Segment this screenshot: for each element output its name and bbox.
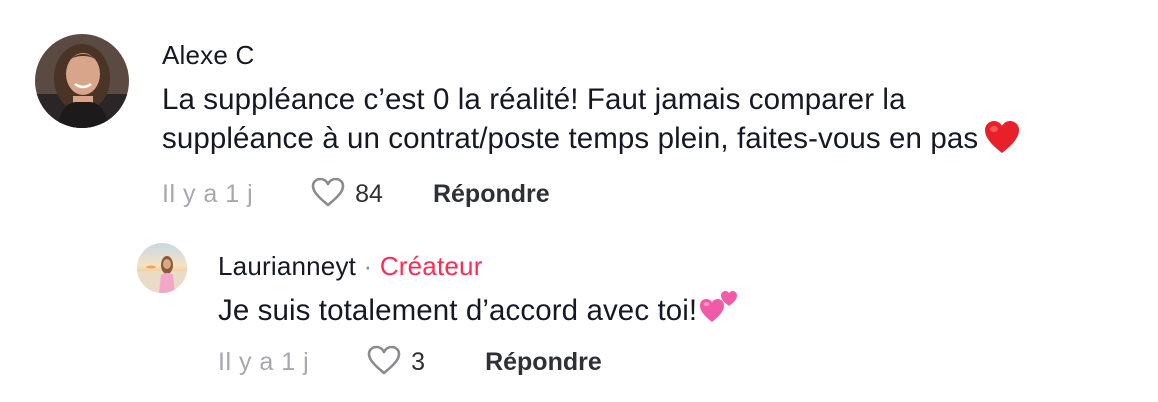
comment-actions: Il y a 1 j 3 Répondre: [218, 344, 602, 380]
comment-username[interactable]: Laurianneyt: [218, 251, 356, 281]
comment-timestamp: Il y a 1 j: [162, 179, 254, 208]
comment-text-line: La suppléance c’est 0 la réalité! Faut j…: [162, 83, 906, 116]
avatar-photo: [35, 34, 129, 128]
heart-outline-icon: [367, 345, 401, 380]
two-hearts-icon: [699, 288, 739, 334]
comment-timestamp: Il y a 1 j: [218, 347, 310, 376]
creator-badge: Créateur: [379, 251, 483, 281]
comment-actions: Il y a 1 j 84 Répondre: [162, 176, 550, 212]
separator-dot: ·: [363, 251, 373, 281]
reply-username-row: Laurianneyt · Créateur: [218, 251, 483, 282]
like-count: 84: [355, 179, 383, 208]
like-button[interactable]: 3: [367, 345, 425, 380]
comment-text: Je suis totalement d’accord avec toi!: [218, 288, 1148, 334]
reply-button[interactable]: Répondre: [485, 348, 602, 377]
like-count: 3: [411, 347, 426, 376]
comment-text-line: suppléance à un contrat/poste temps plei…: [162, 119, 1152, 164]
reply-button[interactable]: Répondre: [433, 180, 550, 209]
comment-username[interactable]: Alexe C: [162, 40, 254, 71]
red-heart-icon: [984, 120, 1020, 164]
heart-outline-icon: [311, 177, 345, 212]
like-button[interactable]: 84: [311, 177, 383, 212]
avatar[interactable]: [35, 34, 129, 128]
avatar-photo: [137, 243, 187, 293]
comment-text: La suppléance c’est 0 la réalité! Faut j…: [162, 80, 1152, 164]
avatar[interactable]: [137, 243, 187, 293]
